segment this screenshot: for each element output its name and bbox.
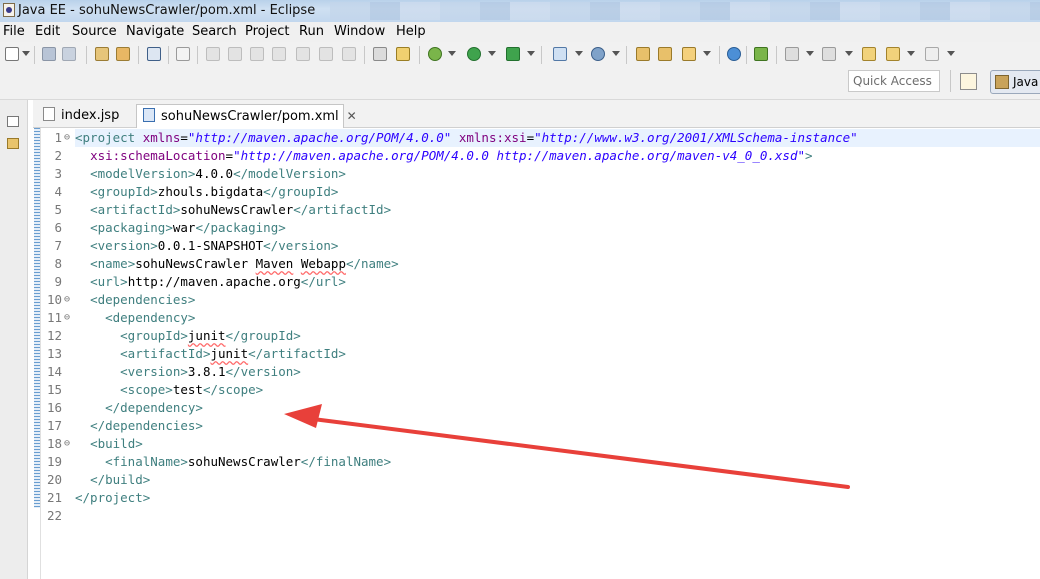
annotation-arrow xyxy=(284,404,850,489)
annotation-arrow-shaft xyxy=(303,416,850,489)
annotation-arrow-head xyxy=(284,404,322,428)
